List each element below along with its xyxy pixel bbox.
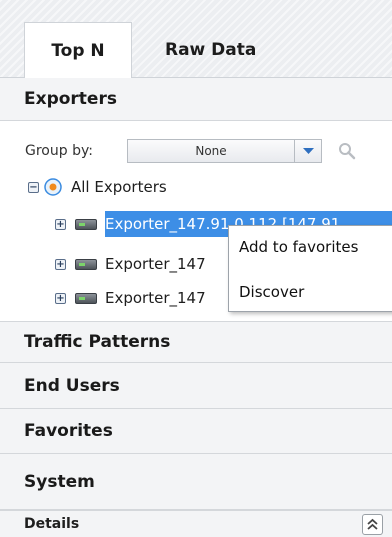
group-by-value: None bbox=[195, 144, 227, 158]
exporters-section-header[interactable]: Exporters bbox=[0, 78, 392, 121]
exporters-title: Exporters bbox=[24, 89, 117, 109]
expand-icon[interactable]: + bbox=[55, 218, 66, 230]
globe-icon bbox=[44, 178, 62, 196]
menu-item-discover[interactable]: Discover bbox=[239, 283, 304, 301]
dropdown-arrow-icon[interactable] bbox=[294, 140, 321, 162]
section-end-users[interactable]: End Users bbox=[0, 363, 392, 409]
tree-root-label: All Exporters bbox=[71, 178, 167, 196]
collapse-all-icon[interactable] bbox=[362, 514, 383, 535]
menu-item-add-to-favorites[interactable]: Add to favorites bbox=[239, 238, 358, 256]
search-icon[interactable] bbox=[338, 142, 356, 160]
tree-item-label: Exporter_147 bbox=[105, 289, 206, 307]
section-favorites[interactable]: Favorites bbox=[0, 409, 392, 454]
tree-root-row[interactable]: − All Exporters bbox=[28, 174, 167, 200]
section-system[interactable]: System bbox=[0, 454, 392, 510]
expand-icon[interactable]: + bbox=[55, 292, 66, 304]
collapse-icon[interactable]: − bbox=[28, 181, 39, 193]
tab-top-n[interactable]: Top N bbox=[24, 22, 132, 79]
section-label: Favorites bbox=[24, 421, 113, 441]
tree-item-exporter-3[interactable]: + Exporter_147 bbox=[55, 285, 206, 311]
section-label: End Users bbox=[24, 375, 120, 396]
tab-raw-data[interactable]: Raw Data bbox=[165, 22, 256, 78]
details-label: Details bbox=[24, 516, 80, 532]
tab-bar: Top N Raw Data bbox=[0, 0, 392, 79]
context-menu: Add to favorites Discover bbox=[228, 225, 392, 312]
tree-item-label: Exporter_147 bbox=[105, 255, 206, 273]
group-by-label: Group by: bbox=[25, 143, 93, 159]
section-label: Traffic Patterns bbox=[24, 332, 171, 352]
section-traffic-patterns[interactable]: Traffic Patterns bbox=[0, 321, 392, 363]
device-icon bbox=[75, 292, 97, 304]
group-by-select[interactable]: None bbox=[127, 139, 322, 163]
tree-item-exporter-2[interactable]: + Exporter_147 bbox=[55, 251, 206, 277]
expand-icon[interactable]: + bbox=[55, 258, 66, 270]
device-icon bbox=[75, 258, 97, 270]
device-icon bbox=[75, 218, 97, 230]
tab-raw-data-label: Raw Data bbox=[165, 40, 257, 60]
tab-top-n-label: Top N bbox=[51, 41, 105, 61]
details-row: Details bbox=[0, 510, 392, 537]
section-label: System bbox=[24, 471, 95, 492]
